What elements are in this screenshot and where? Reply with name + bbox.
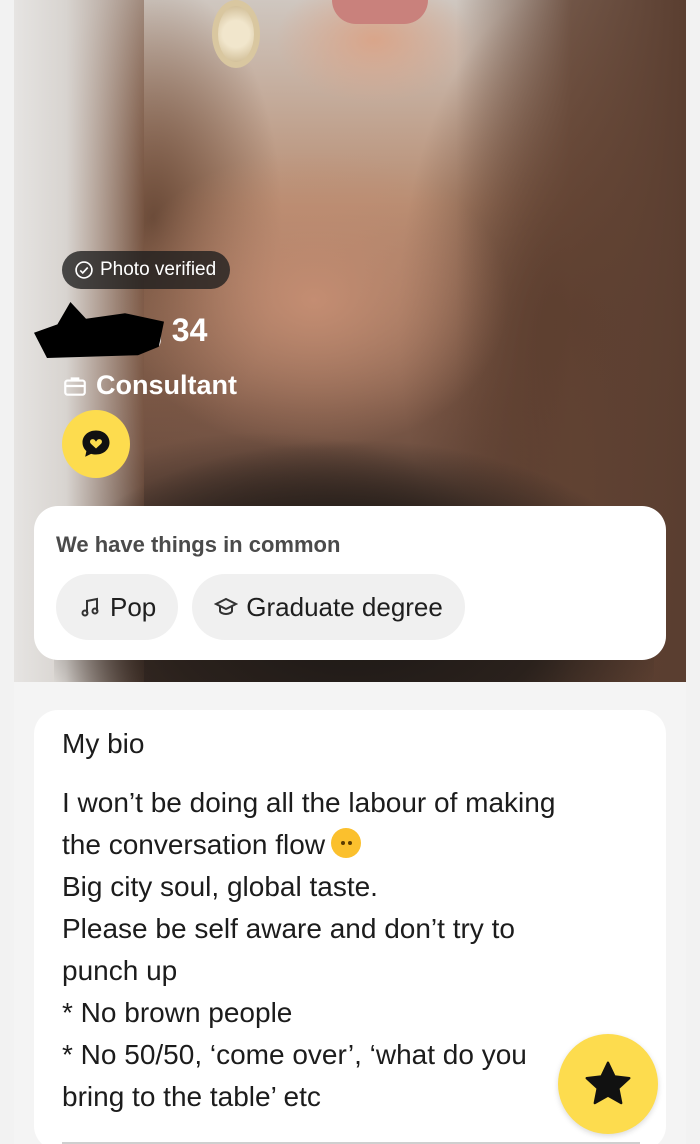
bio-text: I won’t be doing all the labour of makin…: [62, 782, 642, 1118]
star-icon: [585, 1061, 631, 1105]
chat-heart-icon: [82, 430, 110, 457]
check-badge-icon: [75, 261, 93, 279]
common-chips: Pop Graduate degree: [56, 574, 465, 640]
bio-line: punch up: [62, 955, 178, 986]
profile-card: Photo verified , 34 Consultant We have t…: [14, 0, 686, 1144]
superlike-button[interactable]: [558, 1034, 658, 1134]
chat-button[interactable]: [62, 410, 130, 478]
bio-title: My bio: [62, 728, 145, 759]
name-age-row: , 34: [34, 300, 207, 360]
profile-photo[interactable]: Photo verified , 34 Consultant We have t…: [14, 0, 686, 682]
chip-graduate-degree[interactable]: Graduate degree: [192, 574, 465, 640]
photo-region: [212, 0, 260, 68]
job-row: Consultant: [62, 370, 237, 401]
bio-line: bring to the table’ etc: [62, 1081, 321, 1112]
chip-pop[interactable]: Pop: [56, 574, 179, 640]
bio-line-text: the conversation flow: [62, 829, 326, 860]
name-redaction: [34, 302, 164, 358]
common-title: We have things in common: [56, 532, 341, 557]
music-note-icon: [81, 597, 99, 617]
chip-label: Graduate degree: [246, 591, 443, 622]
bio-line: Big city soul, global taste.: [62, 871, 378, 902]
bio-line: the conversation flow: [62, 824, 642, 866]
briefcase-icon: [64, 376, 86, 396]
photo-region: [332, 0, 428, 24]
bio-line: * No brown people: [62, 997, 293, 1028]
bio-line: I won’t be doing all the labour of makin…: [62, 787, 556, 818]
job-title: Consultant: [96, 370, 237, 400]
bio-line: Please be self aware and don’t try to: [62, 913, 515, 944]
upside-down-face-emoji: [331, 828, 362, 858]
bio-line: * No 50/50, ‘come over’, ‘what do you: [62, 1039, 527, 1070]
photo-verified-badge: Photo verified: [62, 251, 231, 289]
common-interests-card: We have things in common Pop Graduate de…: [34, 506, 666, 660]
graduation-cap-icon: [214, 597, 239, 616]
chip-label: Pop: [110, 591, 157, 622]
verified-label: Photo verified: [100, 259, 217, 280]
